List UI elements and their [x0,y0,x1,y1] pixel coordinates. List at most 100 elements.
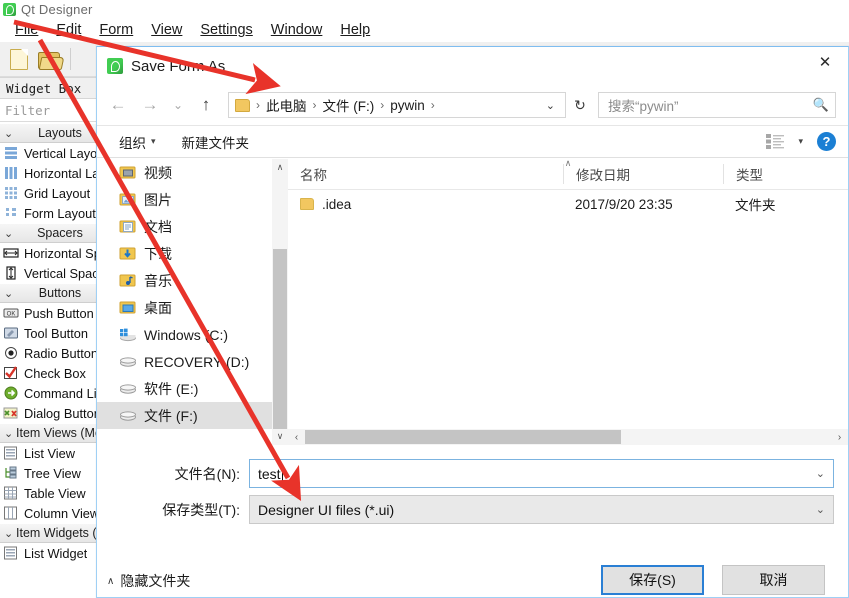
widget-group-item-views[interactable]: ⌄ Item Views (Model-Based) [0,423,108,443]
widget-item-tool-button[interactable]: Tool Button [0,323,108,343]
tree-item-desktop[interactable]: 桌面 [97,294,272,321]
hscroll-track[interactable] [305,429,831,445]
scroll-down-icon[interactable]: ∨ [272,428,288,445]
up-icon[interactable]: ↑ [191,91,221,119]
chevron-down-icon[interactable]: ⌄ [816,467,825,480]
widget-item-tree-view[interactable]: Tree View [0,463,108,483]
new-folder-button[interactable]: 新建文件夹 [182,132,250,152]
tree-item-downloads[interactable]: 下载 [97,240,272,267]
hscroll-left-icon[interactable]: ‹ [288,432,305,443]
scrollbar-thumb[interactable] [273,249,287,429]
widget-item-column-view[interactable]: Column View [0,503,108,523]
menu-help[interactable]: Help [331,22,379,38]
view-layout-icon[interactable] [766,134,785,149]
new-file-icon[interactable] [10,48,28,70]
menu-settings[interactable]: Settings [191,22,261,38]
widget-group-item-widgets[interactable]: ⌄ Item Widgets (Item-Based) [0,523,108,543]
tree-item-software-e[interactable]: 软件 (E:) [97,375,272,402]
toolbar-separator [70,48,71,70]
widget-item-horizontal-spacer[interactable]: Horizontal Spacer [0,243,108,263]
widget-item-push-button[interactable]: OK Push Button [0,303,108,323]
tree-item-music[interactable]: 音乐 [97,267,272,294]
hide-folders-toggle[interactable]: ∧ 隐藏文件夹 [107,571,190,591]
widget-item-command-link-button[interactable]: Command Link Button [0,383,108,403]
widget-group-spacers[interactable]: ⌄ Spacers [0,223,108,243]
widget-item-label: List Widget [24,545,88,561]
widget-box-filter-input[interactable]: Filter [0,99,108,122]
menu-form[interactable]: Form [90,22,142,38]
tree-vertical-scrollbar[interactable]: ∧ ∨ [272,159,288,445]
save-button[interactable]: 保存(S) [601,565,704,595]
navigation-tree-pane: 视频 图片 文档 下载 音乐 桌面 Windows (C:) RECOVERY … [97,159,272,445]
folder-icon [300,198,314,210]
tree-item-documents[interactable]: 文档 [97,213,272,240]
filetype-value: Designer UI files (*.ui) [258,501,395,518]
widget-item-list-widget[interactable]: List Widget [0,543,108,563]
breadcrumb-item-1[interactable]: 文件 (F:) [323,95,375,115]
widget-group-layouts[interactable]: ⌄ Layouts [0,123,108,143]
hscroll-right-icon[interactable]: › [831,432,848,443]
close-icon[interactable]: ✕ [802,47,848,77]
qt-designer-titlebar: Qt Designer [0,0,849,18]
forward-icon[interactable]: → [135,91,165,119]
widget-item-dialog-button-box[interactable]: Dialog Button Box [0,403,108,423]
menu-window-label: Window [270,22,323,38]
filename-label: 文件名(N): [174,465,240,482]
scroll-up-icon[interactable]: ∧ [272,159,288,176]
menu-edit[interactable]: Edit [47,22,90,38]
filename-input[interactable]: test ⌄ [249,459,834,488]
widget-item-list-view[interactable]: List View [0,443,108,463]
back-icon[interactable]: ← [103,91,133,119]
chevron-down-icon[interactable]: ▾ [798,136,803,147]
help-icon[interactable]: ? [817,132,836,151]
widget-group-buttons-label: Buttons [38,286,82,300]
widget-item-label: Tree View [24,465,81,481]
tree-item-files-f[interactable]: 文件 (F:) [97,402,272,429]
widget-item-vertical-spacer[interactable]: Vertical Spacer [0,263,108,283]
menu-view[interactable]: View [142,22,191,38]
widget-item-table-view[interactable]: Table View [0,483,108,503]
file-list-horizontal-scrollbar[interactable]: ‹ › [288,429,848,445]
menu-file[interactable]: File [6,22,47,38]
chevron-down-icon[interactable]: ⌄ [542,99,559,112]
tree-item-videos[interactable]: 视频 [97,159,272,186]
open-folder-icon[interactable] [38,51,60,69]
refresh-icon[interactable]: ↻ [568,92,592,118]
widget-item-label: Push Button [24,305,94,321]
menu-window[interactable]: Window [262,22,332,38]
hscroll-thumb[interactable] [305,430,621,444]
widget-item-label: Grid Layout [24,185,91,201]
widget-item-label: Radio Button [24,345,98,361]
tree-item-windows-c[interactable]: Windows (C:) [97,321,272,348]
menu-view-label: View [151,22,183,38]
breadcrumb-item-0[interactable]: 此电脑 [266,95,307,115]
screenshot-root: Qt Designer File Edit Form View Settings… [0,0,849,598]
list-widget-icon [3,546,19,561]
search-input[interactable]: 搜索“pywin” 🔍 [598,92,836,118]
widget-item-radio-button[interactable]: Radio Button [0,343,108,363]
widget-group-buttons[interactable]: ⌄ Buttons [0,283,108,303]
widget-item-form-layout[interactable]: Form Layout [0,203,108,223]
widget-item-check-box[interactable]: Check Box [0,363,108,383]
form-layout-icon [3,206,19,221]
breadcrumb-item-2[interactable]: pywin [390,98,425,113]
vertical-layout-icon [3,146,19,161]
table-row[interactable]: .idea 2017/9/20 23:35 文件夹 [288,190,848,218]
chevron-down-icon[interactable]: ⌄ [816,503,825,516]
file-type: 文件夹 [735,198,776,213]
widget-item-horizontal-layout[interactable]: Horizontal Layout [0,163,108,183]
filetype-select[interactable]: Designer UI files (*.ui) ⌄ [249,495,834,524]
tree-item-label: Windows (C:) [144,326,229,343]
recent-locations-icon[interactable]: ⌄ [167,91,189,119]
cancel-button[interactable]: 取消 [722,565,825,595]
organize-button[interactable]: 组织 ▾ [119,132,156,152]
tree-item-recovery-d[interactable]: RECOVERY (D:) [97,348,272,375]
new-folder-label: 新建文件夹 [181,135,250,151]
breadcrumb[interactable]: › 此电脑 › 文件 (F:) › pywin › ⌄ [228,92,566,118]
chevron-down-icon: ⌄ [4,127,14,140]
menu-edit-label: Edit [56,22,82,38]
organize-label: 组织 [119,135,146,151]
widget-item-grid-layout[interactable]: Grid Layout [0,183,108,203]
widget-item-vertical-layout[interactable]: Vertical Layout [0,143,108,163]
tree-item-pictures[interactable]: 图片 [97,186,272,213]
